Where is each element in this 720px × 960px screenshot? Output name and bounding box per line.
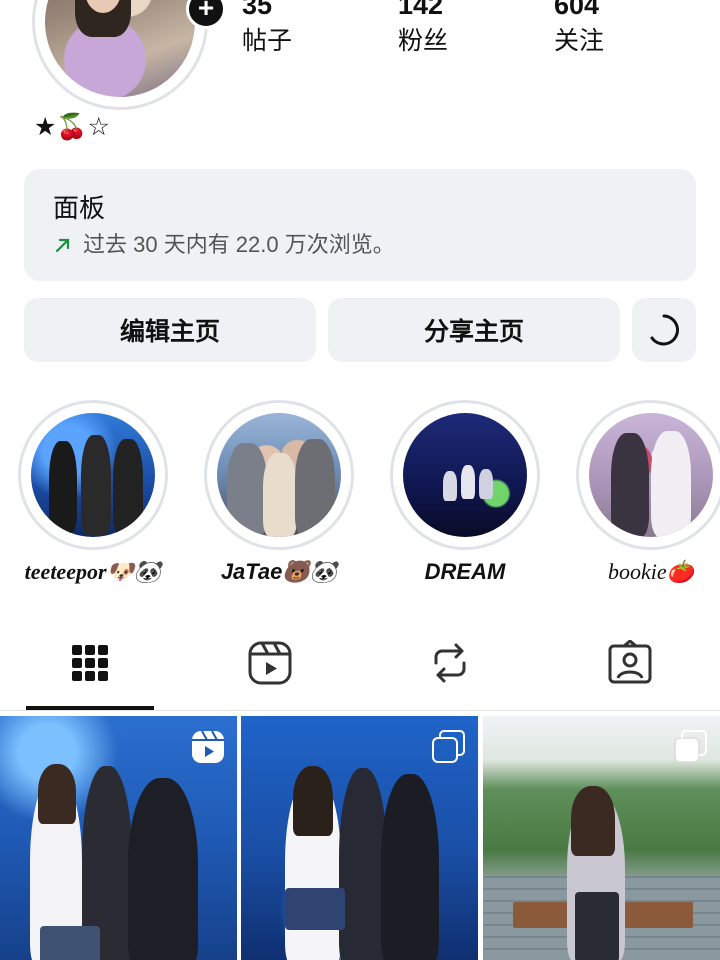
highlight-figure [263,453,297,537]
posts-count-value: 35 [242,0,273,20]
highlight-figure [227,443,267,537]
highlight-ring [204,400,354,550]
post-figure-pants [575,892,619,960]
reel-icon [192,730,224,763]
highlight-figure [651,431,691,537]
tab-posts-grid[interactable] [63,636,117,690]
grid-icon [72,645,108,681]
following-count-value: 604 [554,0,600,20]
edit-profile-button[interactable]: 编辑主页 [24,298,316,362]
loading-spinner-icon [650,314,679,346]
dashboard-views-row: 过去 30 天内有 22.0 万次浏览。 [53,231,395,259]
followers-count-value: 142 [398,0,444,20]
highlight-cover [403,413,527,537]
posts-count-label: 帖子 [242,27,293,55]
followers-count-label: 粉丝 [398,27,449,55]
highlight-figure [113,439,143,535]
carousel-icon [674,730,707,763]
tab-tagged[interactable] [603,636,657,690]
reels-icon [248,641,292,685]
highlight-figure [49,441,77,533]
post-figure [339,768,387,960]
highlight-figure [611,433,649,537]
highlight-ring [390,400,540,550]
post-thumbnail[interactable] [0,716,237,960]
reposts-icon [434,643,466,683]
followers-count[interactable]: 142 粉丝 [398,0,508,58]
highlight-figure [295,439,335,537]
highlight-cover [217,413,341,537]
highlight-figure [461,465,475,499]
following-count-label: 关注 [554,27,605,55]
highlight-label: teeteepor🐶🐼 [24,559,162,584]
tagged-icon [608,640,652,684]
posts-count[interactable]: 35 帖子 [242,0,352,58]
tab-reposts[interactable] [423,636,477,690]
post-figure-hair [38,764,76,824]
post-figure-hair [293,766,333,836]
post-figure-skirt [285,888,345,930]
profile-bio: ★🍒☆ [34,112,110,141]
highlight-label: bookie🍅 [607,559,695,584]
highlight-teeteepor[interactable]: teeteepor🐶🐼 [18,400,168,588]
tabs-divider [0,710,720,711]
share-profile-button[interactable]: 分享主页 [328,298,620,362]
highlight-figure [81,435,111,535]
highlight-label: DREAM [424,559,506,584]
discover-people-button[interactable] [632,298,696,362]
post-figure [381,774,439,960]
trend-up-icon [55,238,70,253]
highlight-ring [18,400,168,550]
following-count[interactable]: 604 关注 [554,0,664,58]
highlight-figure [443,471,457,501]
highlight-figure [479,469,493,499]
post-figure-hair [571,786,615,856]
avatar[interactable] [45,0,195,97]
carousel-icon [432,730,465,763]
post-figure-skirt [40,926,100,960]
post-thumbnail[interactable] [241,716,478,960]
profile-avatar-ring[interactable]: + [32,0,226,110]
highlight-dream[interactable]: DREAM [390,400,540,588]
highlight-ring [576,400,720,550]
highlight-cover [31,413,155,537]
dashboard-views-text: 过去 30 天内有 22.0 万次浏览。 [83,232,395,257]
dashboard-title: 面板 [53,193,106,223]
highlight-bookie[interactable]: bookie🍅 [576,400,720,588]
highlight-cover [589,413,713,537]
post-thumbnail[interactable] [483,716,720,960]
highlight-label: JaTae🐻🐼 [220,559,338,584]
tab-reels[interactable] [243,636,297,690]
post-figure [128,778,198,960]
highlight-jatae[interactable]: JaTae🐻🐼 [204,400,354,588]
professional-dashboard[interactable]: 面板 过去 30 天内有 22.0 万次浏览。 [24,169,696,281]
